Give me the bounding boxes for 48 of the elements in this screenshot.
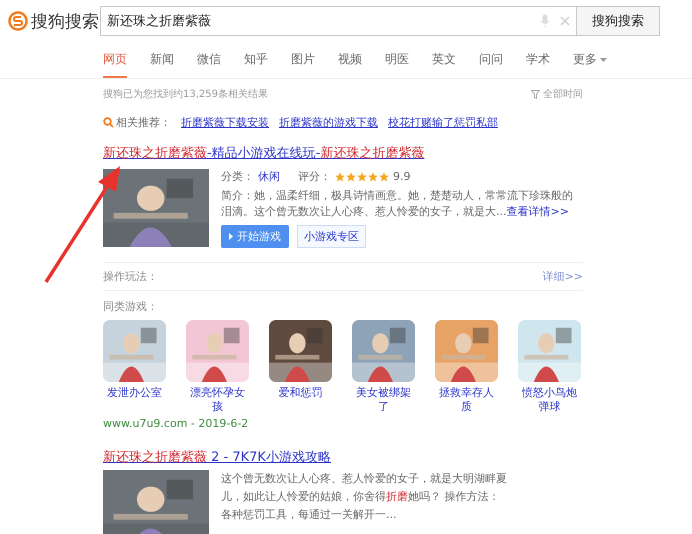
close-icon[interactable]	[560, 16, 570, 26]
game-link[interactable]: 拯救幸存人质	[435, 386, 498, 414]
tab[interactable]: 视频	[338, 46, 362, 78]
logo-icon	[8, 11, 28, 31]
filter-icon[interactable]	[531, 90, 540, 98]
tab[interactable]: 新闻	[150, 46, 174, 78]
tab[interactable]: 知乎	[244, 46, 268, 78]
star-icon	[357, 172, 367, 182]
rating-label: 评分：	[298, 169, 331, 184]
game-link[interactable]: 愤怒小鸟炮弹球	[518, 386, 581, 414]
result-count: 搜狗已为您找到约13,259条相关结果	[103, 88, 268, 101]
tab[interactable]: 学术	[526, 46, 550, 78]
result-url: www.u7u9.com - 2019-6-2	[103, 417, 250, 430]
tab[interactable]: 更多	[573, 46, 607, 78]
star-icon	[335, 172, 345, 182]
similar-label: 同类游戏：	[103, 299, 159, 314]
related-link[interactable]: 折磨紫薇下载安装	[181, 115, 269, 130]
game-link[interactable]: 发泄办公室	[107, 386, 162, 400]
result-snippet: 这个曾无数次让人心疼、惹人怜爱的女子，就是大明湖畔夏 儿，如此让人怜爱的姑娘，你舍得折磨她吗？ 操作方法： 各种惩罚工具，每通过一关解开一...	[221, 471, 507, 523]
related-label: 相关推荐：	[116, 115, 171, 130]
play-icon	[229, 233, 233, 240]
details-link[interactable]: 查看详情>>	[506, 205, 569, 218]
related-link[interactable]: 折磨紫薇的游戏下载	[279, 115, 378, 130]
tab[interactable]: 微信	[197, 46, 221, 78]
howto-label: 操作玩法：	[103, 269, 158, 284]
game-link[interactable]: 漂亮怀孕女孩	[186, 386, 249, 414]
tab[interactable]: 明医	[385, 46, 409, 78]
star-icon	[368, 172, 378, 182]
microphone-icon[interactable]	[540, 14, 550, 28]
search-field[interactable]: 新还珠之折磨紫薇	[100, 6, 576, 36]
game-link[interactable]: 爱和惩罚	[278, 386, 322, 400]
game-link[interactable]: 美女被绑架了	[352, 386, 415, 414]
tab[interactable]: 英文	[432, 46, 456, 78]
result-title[interactable]: 新还珠之折磨紫薇 2 - 7K7K小游戏攻略	[103, 448, 583, 466]
games-zone-button[interactable]: 小游戏专区	[297, 225, 366, 248]
category-link[interactable]: 休闲	[258, 169, 280, 184]
star-icon	[379, 172, 389, 182]
related-link[interactable]: 校花打赌输了惩罚私部	[388, 115, 498, 130]
star-icon	[346, 172, 356, 182]
score: 9.9	[393, 170, 410, 183]
game-intro: 简介：她，温柔纤细，极具诗情画意。她，楚楚动人，常常流下珍珠般的泪滴。这个曾无数次让人心疼、惹人怜爱的女子，就是大...查看详情>>	[221, 188, 574, 220]
search-button[interactable]: 搜狗搜索	[576, 6, 660, 36]
category-label: 分类：	[221, 169, 254, 184]
tab[interactable]: 图片	[291, 46, 315, 78]
logo-text: 搜狗搜索	[31, 10, 99, 32]
result-title[interactable]: 新还珠之折磨紫薇-精品小游戏在线玩-新还珠之折磨紫薇	[103, 144, 583, 162]
tab[interactable]: 问问	[479, 46, 503, 78]
search-icon	[103, 117, 114, 128]
